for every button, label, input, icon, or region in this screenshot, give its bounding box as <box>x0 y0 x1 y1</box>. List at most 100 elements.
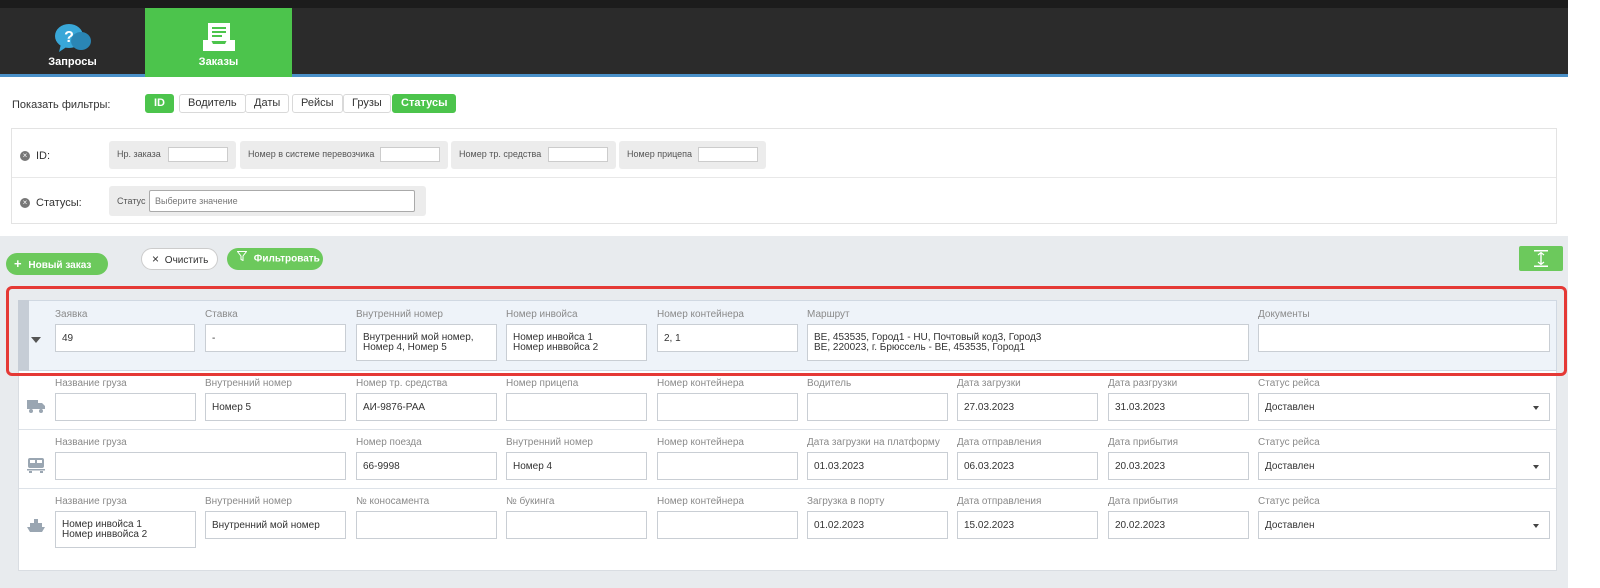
leg3-cargo-line-2: Номер инввойса 2 <box>62 528 148 540</box>
leg1-driver-field[interactable] <box>807 393 948 421</box>
new-order-button[interactable]: + Новый заказ <box>6 253 108 275</box>
remove-id-filter-icon[interactable]: × <box>20 151 30 161</box>
chevron-down-icon <box>1533 524 1539 528</box>
selected-order-highlight <box>6 286 1567 376</box>
leg1-vehicle-field[interactable]: АИ-9876-РАА <box>356 393 497 421</box>
filter-chip-driver[interactable]: Водитель <box>179 94 246 113</box>
leg1-internal-label: Внутренний номер <box>205 378 292 389</box>
leg1-load-date-field[interactable]: 27.03.2023 <box>957 393 1098 421</box>
clear-label: Очистить <box>164 255 209 266</box>
carrier-number-label: Номер в системе перевозчика <box>248 149 375 159</box>
leg3-booking-field[interactable] <box>506 511 647 539</box>
leg1-status-label: Статус рейса <box>1258 378 1320 389</box>
leg2-container-label: Номер контейнера <box>657 437 744 448</box>
leg-separator <box>19 488 1556 489</box>
leg1-vehicle-label: Номер тр. средства <box>356 378 448 389</box>
carrier-number-input[interactable] <box>380 147 440 162</box>
leg2-container-field[interactable] <box>657 452 798 480</box>
leg3-cargo-field[interactable]: Номер инвойса 1 Номер инввойса 2 <box>55 511 196 548</box>
new-order-label: Новый заказ <box>28 260 92 271</box>
leg3-departure-field[interactable]: 15.02.2023 <box>957 511 1098 539</box>
close-icon: × <box>152 252 160 266</box>
vehicle-number-input[interactable] <box>548 147 608 162</box>
leg1-trailer-field[interactable] <box>506 393 647 421</box>
leg-separator <box>19 429 1556 430</box>
leg2-internal-field[interactable]: Номер 4 <box>506 452 647 480</box>
filter-chip-statuses[interactable]: Статусы <box>392 94 457 113</box>
leg2-cargo-field[interactable] <box>55 452 346 480</box>
leg1-container-field[interactable] <box>657 393 798 421</box>
show-filters-label: Показать фильтры: <box>12 99 111 111</box>
leg2-status-value: Доставлен <box>1265 460 1315 472</box>
filter-divider <box>12 177 1556 178</box>
status-filter-label: Статусы: <box>36 197 82 209</box>
filter-chip-trips[interactable]: Рейсы <box>292 94 343 113</box>
tab-orders-label: Заказы <box>198 56 239 68</box>
tab-requests[interactable]: ? Запросы <box>0 8 145 76</box>
vehicle-number-label: Номер тр. средства <box>459 149 542 159</box>
leg2-platform-date-field[interactable]: 01.03.2023 <box>807 452 948 480</box>
leg2-arrival-label: Дата прибытия <box>1108 437 1178 448</box>
leg3-port-load-label: Загрузка в порту <box>807 496 885 507</box>
carrier-number-filter: Номер в системе перевозчика <box>240 141 448 169</box>
leg1-trailer-label: Номер прицепа <box>506 378 579 389</box>
filter-chip-dates[interactable]: Даты <box>245 94 290 113</box>
expand-all-button[interactable] <box>1519 246 1563 271</box>
leg2-train-field[interactable]: 66-9998 <box>356 452 497 480</box>
leg1-unload-date-field[interactable]: 31.03.2023 <box>1108 393 1249 421</box>
leg1-internal-field[interactable]: Номер 5 <box>205 393 346 421</box>
leg1-load-date-label: Дата загрузки <box>957 378 1021 389</box>
leg3-container-field[interactable] <box>657 511 798 539</box>
remove-status-filter-icon[interactable]: × <box>20 198 30 208</box>
filter-chip-cargo[interactable]: Грузы <box>343 94 391 113</box>
leg3-bill-label: № коносамента <box>356 496 430 507</box>
clear-button[interactable]: × Очистить <box>141 248 218 270</box>
chevron-down-icon <box>1533 465 1539 469</box>
leg1-cargo-field[interactable] <box>55 393 196 421</box>
tab-orders[interactable]: Заказы <box>145 8 292 77</box>
leg2-arrival-field[interactable]: 20.03.2023 <box>1108 452 1249 480</box>
filter-label: Фильтровать <box>253 253 320 265</box>
status-filter: Статус Выберите значение <box>109 186 426 216</box>
leg3-status-select[interactable]: Доставлен <box>1258 511 1550 539</box>
chevron-down-icon <box>1533 406 1539 410</box>
leg2-train-label: Номер поезда <box>356 437 422 448</box>
filter-button[interactable]: Фильтровать <box>227 248 323 270</box>
leg2-departure-field[interactable]: 06.03.2023 <box>957 452 1098 480</box>
leg3-arrival-label: Дата прибытия <box>1108 496 1178 507</box>
svg-text:?: ? <box>64 29 74 46</box>
vehicle-number-filter: Номер тр. средства <box>451 141 616 169</box>
leg1-cargo-label: Название груза <box>55 378 127 389</box>
leg2-status-label: Статус рейса <box>1258 437 1320 448</box>
leg3-container-label: Номер контейнера <box>657 496 744 507</box>
leg3-status-value: Доставлен <box>1265 519 1315 531</box>
leg1-status-select[interactable]: Доставлен <box>1258 393 1550 421</box>
leg2-departure-label: Дата отправления <box>957 437 1042 448</box>
leg2-cargo-label: Название груза <box>55 437 127 448</box>
expand-vertical-icon <box>1534 250 1548 267</box>
filter-panel: × ID: Нр. заказа Номер в системе перевоз… <box>11 128 1557 224</box>
leg2-status-select[interactable]: Доставлен <box>1258 452 1550 480</box>
filter-chip-id[interactable]: ID <box>145 94 174 113</box>
order-number-label: Нр. заказа <box>117 149 161 159</box>
truck-icon <box>26 398 46 414</box>
leg3-booking-label: № букинга <box>506 496 555 507</box>
chat-question-icon: ? <box>53 22 93 57</box>
leg3-port-load-field[interactable]: 01.02.2023 <box>807 511 948 539</box>
leg1-status-value: Доставлен <box>1265 401 1315 413</box>
tab-requests-label: Запросы <box>48 56 97 68</box>
leg1-driver-label: Водитель <box>807 378 852 389</box>
ship-icon <box>26 518 46 534</box>
leg3-arrival-field[interactable]: 20.02.2023 <box>1108 511 1249 539</box>
leg2-internal-label: Внутренний номер <box>506 437 593 448</box>
order-number-input[interactable] <box>168 147 228 162</box>
trailer-number-input[interactable] <box>698 147 758 162</box>
scrollbar-track[interactable] <box>1568 0 1600 588</box>
leg1-unload-date-label: Дата разгрузки <box>1108 378 1178 389</box>
funnel-icon <box>236 248 248 270</box>
status-select-input[interactable]: Выберите значение <box>149 190 415 212</box>
leg3-internal-field[interactable]: Внутренний мой номер <box>205 511 346 539</box>
leg3-bill-field[interactable] <box>356 511 497 539</box>
trailer-number-label: Номер прицепа <box>627 149 693 159</box>
order-number-filter: Нр. заказа <box>109 141 236 169</box>
